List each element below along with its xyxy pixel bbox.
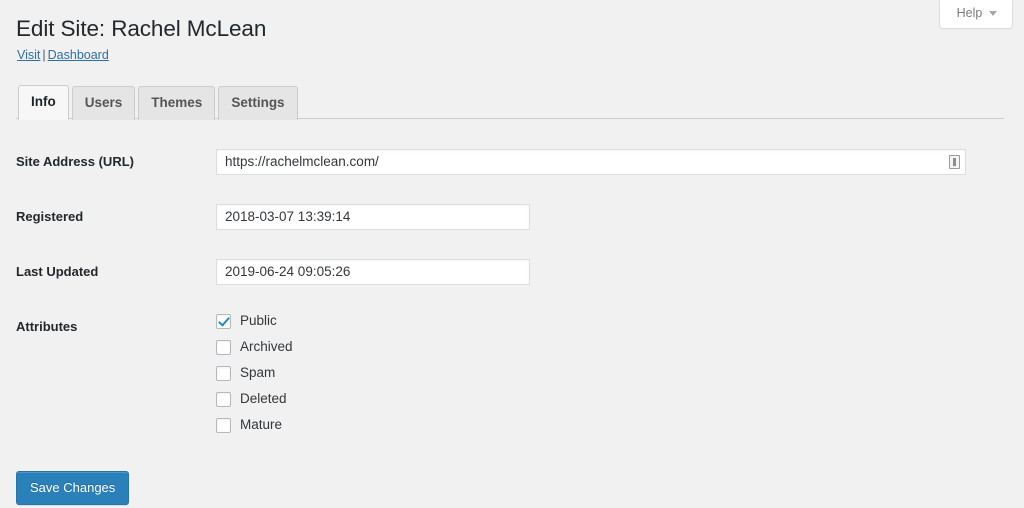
- checkbox-row-deleted[interactable]: Deleted: [216, 391, 994, 407]
- checkbox-archived[interactable]: [216, 339, 231, 355]
- checkbox-public[interactable]: [216, 313, 231, 329]
- submit-row: Save Changes: [16, 447, 1004, 506]
- registered-input[interactable]: [216, 203, 530, 230]
- help-button-label: Help: [956, 6, 983, 20]
- link-separator: |: [42, 48, 46, 63]
- site-address-input[interactable]: [216, 148, 966, 175]
- checkbox-label-archived: Archived: [240, 339, 293, 355]
- tab-themes[interactable]: Themes: [138, 86, 216, 120]
- checkbox-label-spam: Spam: [240, 365, 276, 381]
- tab-settings[interactable]: Settings: [218, 86, 298, 120]
- form-row-attributes: Attributes Public Archived Spam Deleted …: [16, 300, 1004, 447]
- checkbox-label-deleted: Deleted: [240, 391, 287, 407]
- checkbox-label-mature: Mature: [240, 417, 283, 433]
- help-button[interactable]: Help: [939, 0, 1013, 30]
- checkbox-spam[interactable]: [216, 365, 231, 381]
- tab-info[interactable]: Info: [18, 85, 69, 120]
- form-row-site-address: Site Address (URL): [16, 135, 1004, 190]
- checkbox-row-mature[interactable]: Mature: [216, 417, 994, 433]
- help-tab-container: Help: [939, 0, 1013, 30]
- page-wrap: Edit Site: Rachel McLean Visit | Dashboard…: [0, 0, 1024, 506]
- checkbox-row-archived[interactable]: Archived: [216, 339, 994, 355]
- site-links: Visit | Dashboard: [17, 46, 1004, 65]
- last-updated-cell: [216, 245, 1004, 300]
- last-updated-label: Last Updated: [16, 263, 99, 279]
- attributes-cell: Public Archived Spam Deleted Mature: [216, 300, 1004, 447]
- checkbox-label-public: Public: [240, 313, 277, 329]
- checkbox-mature[interactable]: [216, 417, 231, 433]
- registered-label: Registered: [16, 208, 84, 224]
- site-address-label: Site Address (URL): [16, 153, 134, 169]
- site-info-form: Site Address (URL) Registered Last Updat…: [16, 135, 1004, 447]
- visit-site-link[interactable]: Visit: [17, 48, 40, 62]
- attributes-list: Public Archived Spam Deleted Mature: [216, 313, 994, 433]
- site-address-field-wrap: [216, 148, 966, 175]
- chevron-down-icon: [989, 11, 998, 17]
- checkbox-row-spam[interactable]: Spam: [216, 365, 994, 381]
- attributes-label: Attributes: [16, 318, 78, 334]
- checkbox-row-public[interactable]: Public: [216, 313, 994, 329]
- dashboard-link[interactable]: Dashboard: [48, 48, 109, 62]
- last-updated-input[interactable]: [216, 258, 530, 285]
- registered-cell: [216, 190, 1004, 245]
- checkbox-deleted[interactable]: [216, 391, 231, 407]
- page-title: Edit Site: Rachel McLean: [16, 16, 267, 41]
- save-changes-button[interactable]: Save Changes: [16, 470, 130, 506]
- form-row-registered: Registered: [16, 190, 1004, 245]
- nav-tab-wrapper: Info Users Themes Settings: [16, 84, 1004, 120]
- tab-users[interactable]: Users: [71, 86, 136, 120]
- site-address-cell: [216, 135, 1004, 190]
- autofill-icon[interactable]: [949, 154, 960, 169]
- form-row-last-updated: Last Updated: [16, 245, 1004, 300]
